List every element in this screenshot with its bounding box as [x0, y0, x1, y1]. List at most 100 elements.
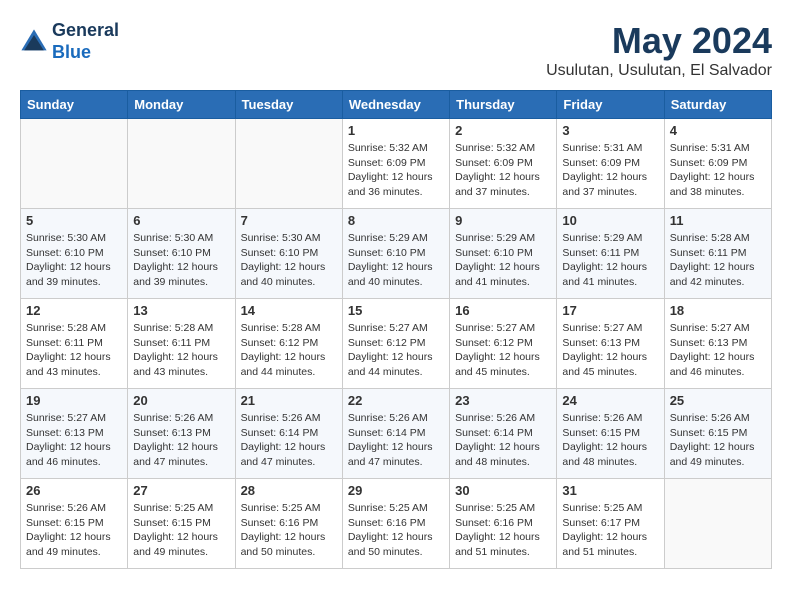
day-cell: 10 Sunrise: 5:29 AM Sunset: 6:11 PM Dayli… [557, 209, 664, 299]
day-info: Sunrise: 5:27 AM Sunset: 6:13 PM Dayligh… [562, 321, 658, 380]
day-number: 31 [562, 483, 658, 498]
day-info: Sunrise: 5:25 AM Sunset: 6:15 PM Dayligh… [133, 501, 229, 560]
day-number: 15 [348, 303, 444, 318]
day-info: Sunrise: 5:25 AM Sunset: 6:16 PM Dayligh… [241, 501, 337, 560]
logo-blue-text: Blue [52, 42, 91, 62]
day-info: Sunrise: 5:29 AM Sunset: 6:10 PM Dayligh… [455, 231, 551, 290]
week-row-3: 12 Sunrise: 5:28 AM Sunset: 6:11 PM Dayli… [21, 299, 772, 389]
day-info: Sunrise: 5:25 AM Sunset: 6:16 PM Dayligh… [348, 501, 444, 560]
calendar-header-row: SundayMondayTuesdayWednesdayThursdayFrid… [21, 91, 772, 119]
day-info: Sunrise: 5:26 AM Sunset: 6:14 PM Dayligh… [455, 411, 551, 470]
day-cell: 27 Sunrise: 5:25 AM Sunset: 6:15 PM Dayli… [128, 479, 235, 569]
day-cell: 6 Sunrise: 5:30 AM Sunset: 6:10 PM Daylig… [128, 209, 235, 299]
day-cell [664, 479, 771, 569]
day-info: Sunrise: 5:25 AM Sunset: 6:17 PM Dayligh… [562, 501, 658, 560]
day-info: Sunrise: 5:27 AM Sunset: 6:12 PM Dayligh… [455, 321, 551, 380]
day-number: 7 [241, 213, 337, 228]
week-row-5: 26 Sunrise: 5:26 AM Sunset: 6:15 PM Dayli… [21, 479, 772, 569]
day-number: 8 [348, 213, 444, 228]
day-number: 20 [133, 393, 229, 408]
day-number: 22 [348, 393, 444, 408]
day-info: Sunrise: 5:27 AM Sunset: 6:13 PM Dayligh… [26, 411, 122, 470]
day-cell: 13 Sunrise: 5:28 AM Sunset: 6:11 PM Dayli… [128, 299, 235, 389]
day-info: Sunrise: 5:31 AM Sunset: 6:09 PM Dayligh… [562, 141, 658, 200]
day-info: Sunrise: 5:29 AM Sunset: 6:11 PM Dayligh… [562, 231, 658, 290]
day-cell: 26 Sunrise: 5:26 AM Sunset: 6:15 PM Dayli… [21, 479, 128, 569]
day-info: Sunrise: 5:28 AM Sunset: 6:11 PM Dayligh… [670, 231, 766, 290]
day-number: 14 [241, 303, 337, 318]
day-number: 3 [562, 123, 658, 138]
day-cell: 19 Sunrise: 5:27 AM Sunset: 6:13 PM Dayli… [21, 389, 128, 479]
day-info: Sunrise: 5:32 AM Sunset: 6:09 PM Dayligh… [348, 141, 444, 200]
day-number: 1 [348, 123, 444, 138]
day-cell: 30Sunrise: 5:25 AM Sunset: 6:16 PM Dayli… [450, 479, 557, 569]
day-cell: 31 Sunrise: 5:25 AM Sunset: 6:17 PM Dayli… [557, 479, 664, 569]
day-number: 27 [133, 483, 229, 498]
day-cell [235, 119, 342, 209]
col-header-saturday: Saturday [664, 91, 771, 119]
day-info: Sunrise: 5:30 AM Sunset: 6:10 PM Dayligh… [133, 231, 229, 290]
day-number: 6 [133, 213, 229, 228]
day-number: 9 [455, 213, 551, 228]
day-cell: 5Sunrise: 5:30 AM Sunset: 6:10 PM Daylig… [21, 209, 128, 299]
day-cell: 18Sunrise: 5:27 AM Sunset: 6:13 PM Dayli… [664, 299, 771, 389]
day-info: Sunrise: 5:29 AM Sunset: 6:10 PM Dayligh… [348, 231, 444, 290]
day-info: Sunrise: 5:26 AM Sunset: 6:14 PM Dayligh… [348, 411, 444, 470]
day-cell [21, 119, 128, 209]
day-cell: 2 Sunrise: 5:32 AM Sunset: 6:09 PM Daylig… [450, 119, 557, 209]
col-header-thursday: Thursday [450, 91, 557, 119]
day-cell: 17 Sunrise: 5:27 AM Sunset: 6:13 PM Dayli… [557, 299, 664, 389]
day-cell: 29 Sunrise: 5:25 AM Sunset: 6:16 PM Dayli… [342, 479, 449, 569]
day-number: 10 [562, 213, 658, 228]
day-info: Sunrise: 5:32 AM Sunset: 6:09 PM Dayligh… [455, 141, 551, 200]
day-number: 25 [670, 393, 766, 408]
day-cell [128, 119, 235, 209]
week-row-4: 19 Sunrise: 5:27 AM Sunset: 6:13 PM Dayli… [21, 389, 772, 479]
day-number: 16 [455, 303, 551, 318]
day-number: 26 [26, 483, 122, 498]
day-number: 5 [26, 213, 122, 228]
day-cell: 4 Sunrise: 5:31 AM Sunset: 6:09 PM Daylig… [664, 119, 771, 209]
day-cell: 1 Sunrise: 5:32 AM Sunset: 6:09 PM Daylig… [342, 119, 449, 209]
day-cell: 15 Sunrise: 5:27 AM Sunset: 6:12 PM Dayli… [342, 299, 449, 389]
logo: General Blue [20, 20, 119, 63]
logo-icon [20, 28, 48, 56]
col-header-sunday: Sunday [21, 91, 128, 119]
day-info: Sunrise: 5:30 AM Sunset: 6:10 PM Dayligh… [241, 231, 337, 290]
day-info: Sunrise: 5:26 AM Sunset: 6:15 PM Dayligh… [562, 411, 658, 470]
day-number: 19 [26, 393, 122, 408]
day-cell: 9 Sunrise: 5:29 AM Sunset: 6:10 PM Daylig… [450, 209, 557, 299]
day-number: 17 [562, 303, 658, 318]
day-cell: 12Sunrise: 5:28 AM Sunset: 6:11 PM Dayli… [21, 299, 128, 389]
title-area: May 2024 Usulutan, Usulutan, El Salvador [546, 20, 772, 80]
calendar-table: SundayMondayTuesdayWednesdayThursdayFrid… [20, 90, 772, 569]
day-info: Sunrise: 5:27 AM Sunset: 6:12 PM Dayligh… [348, 321, 444, 380]
month-title: May 2024 [546, 20, 772, 62]
day-number: 12 [26, 303, 122, 318]
day-number: 4 [670, 123, 766, 138]
day-number: 21 [241, 393, 337, 408]
day-cell: 16 Sunrise: 5:27 AM Sunset: 6:12 PM Dayli… [450, 299, 557, 389]
logo-general-text: General [52, 20, 119, 40]
location-title: Usulutan, Usulutan, El Salvador [546, 62, 772, 80]
day-cell: 22 Sunrise: 5:26 AM Sunset: 6:14 PM Dayli… [342, 389, 449, 479]
col-header-monday: Monday [128, 91, 235, 119]
day-number: 13 [133, 303, 229, 318]
day-cell: 28 Sunrise: 5:25 AM Sunset: 6:16 PM Dayli… [235, 479, 342, 569]
day-info: Sunrise: 5:28 AM Sunset: 6:12 PM Dayligh… [241, 321, 337, 380]
day-info: Sunrise: 5:26 AM Sunset: 6:15 PM Dayligh… [26, 501, 122, 560]
day-number: 30 [455, 483, 551, 498]
day-number: 29 [348, 483, 444, 498]
day-info: Sunrise: 5:28 AM Sunset: 6:11 PM Dayligh… [133, 321, 229, 380]
col-header-friday: Friday [557, 91, 664, 119]
day-number: 2 [455, 123, 551, 138]
day-cell: 21Sunrise: 5:26 AM Sunset: 6:14 PM Dayli… [235, 389, 342, 479]
day-info: Sunrise: 5:26 AM Sunset: 6:13 PM Dayligh… [133, 411, 229, 470]
day-number: 24 [562, 393, 658, 408]
day-cell: 25Sunrise: 5:26 AM Sunset: 6:15 PM Dayli… [664, 389, 771, 479]
week-row-2: 5 Sunrise: 5:30 AM Sunset: 6:10 PM Daylig… [21, 209, 772, 299]
day-info: Sunrise: 5:31 AM Sunset: 6:09 PM Dayligh… [670, 141, 766, 200]
day-number: 28 [241, 483, 337, 498]
day-cell: 24 Sunrise: 5:26 AM Sunset: 6:15 PM Dayli… [557, 389, 664, 479]
page-header: General Blue May 2024 Usulutan, Usulutan… [20, 20, 772, 80]
